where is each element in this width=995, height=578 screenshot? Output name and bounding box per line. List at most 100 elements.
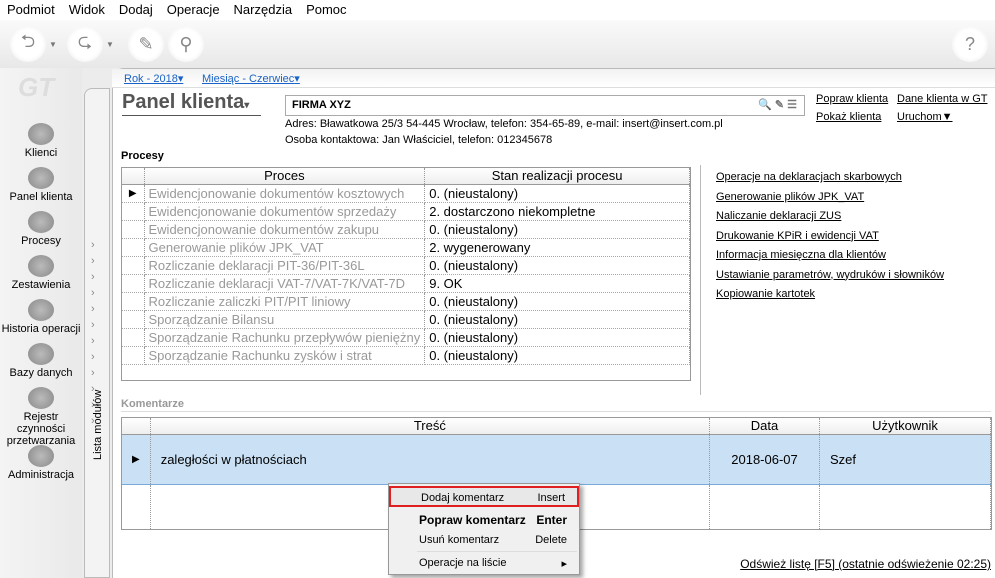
month-selector[interactable]: Miesiąc - Czerwiec▾: [202, 72, 300, 85]
divider: [121, 411, 991, 412]
modules-list-strip[interactable]: › › › › › › › › › › › › Lista modułów: [84, 88, 110, 578]
pencil-icon[interactable]: ✎: [775, 99, 787, 111]
module-zestawienia[interactable]: Zestawienia: [0, 255, 82, 291]
operation-link[interactable]: Informacja miesięczna dla klientów: [716, 249, 886, 261]
process-name: Ewidencjonowanie dokumentów kosztowych: [144, 184, 426, 203]
operation-link[interactable]: Drukowanie KPiR i ewidencji VAT: [716, 230, 879, 242]
process-name: Rozliczanie deklaracji PIT-36/PIT-36L: [144, 256, 426, 275]
table-row[interactable]: Sporządzanie Rachunku przepływów pienięż…: [122, 328, 690, 347]
table-row[interactable]: Rozliczanie deklaracji PIT-36/PIT-36L 0. …: [122, 256, 690, 275]
run-menu[interactable]: Uruchom▼: [897, 111, 953, 123]
chevron-right-icon[interactable]: ›: [91, 335, 95, 347]
operation-link[interactable]: Operacje na deklaracjach skarbowych: [716, 171, 902, 183]
edit-icon[interactable]: ✎: [128, 26, 164, 62]
menu-pomoc[interactable]: Pomoc: [299, 0, 353, 20]
process-name: Sporządzanie Rachunku zysków i strat: [144, 346, 426, 365]
client-gt-data-link[interactable]: Dane klienta w GT: [897, 93, 987, 105]
list-icon[interactable]: ☰: [787, 99, 800, 111]
table-row[interactable]: ▶ zaległości w płatnościach 2018-06-07 Szef: [122, 433, 991, 485]
processes-label: Procesy: [121, 150, 164, 162]
col-uzytkownik[interactable]: Użytkownik: [819, 418, 991, 435]
stamp-icon[interactable]: ⚲: [168, 26, 204, 62]
chevron-right-icon[interactable]: ›: [91, 239, 95, 251]
show-client-link[interactable]: Pokaż klienta: [816, 111, 881, 123]
chevron-right-icon[interactable]: ›: [91, 255, 95, 267]
module-historia-operacji[interactable]: Historia operacji: [0, 299, 82, 335]
process-status: 0. (nieustalony): [424, 310, 690, 329]
row-cell: [122, 202, 145, 221]
menu-item-delete-comment[interactable]: Usuń komentarz Delete: [389, 530, 579, 551]
process-name: Rozliczanie deklaracji VAT-7/VAT-7K/VAT-…: [144, 274, 426, 293]
menu-operacje[interactable]: Operacje: [160, 0, 227, 20]
menu-dodaj[interactable]: Dodaj: [112, 0, 160, 20]
refresh-link[interactable]: Odśwież listę [F5] (ostatnie odświeżenie…: [740, 557, 991, 571]
help-icon[interactable]: ?: [952, 26, 988, 62]
context-menu: Dodaj komentarz Insert Popraw komentarz En…: [388, 483, 580, 575]
year-selector[interactable]: Rok - 2018▾: [124, 72, 183, 85]
menu-item-list-operations[interactable]: Operacje na liście ▸: [389, 553, 579, 574]
menu-widok[interactable]: Widok: [62, 0, 112, 20]
search-icon[interactable]: 🔍: [758, 99, 775, 111]
client-address: Adres: Bławatkowa 25/3 54-445 Wrocław, t…: [285, 118, 723, 130]
table-row[interactable]: Generowanie plików JPK_VAT 2. wygenerowan…: [122, 238, 690, 257]
row-cell: [122, 238, 145, 257]
process-name: Ewidencjonowanie dokumentów sprzedaży: [144, 202, 426, 221]
forward-dropdown-icon[interactable]: ▼: [106, 40, 114, 49]
col-tresc[interactable]: Treść: [150, 418, 711, 435]
menu-separator: [417, 551, 577, 552]
module-procesy[interactable]: Procesy: [0, 211, 82, 247]
process-name: Sporządzanie Bilansu: [144, 310, 426, 329]
operation-link[interactable]: Ustawianie parametrów, wydruków i słowni…: [716, 269, 944, 281]
chevron-right-icon[interactable]: ›: [91, 303, 95, 315]
table-row[interactable]: Rozliczanie zaliczki PIT/PIT liniowy 0. (…: [122, 292, 690, 311]
row-pointer-icon: ▶: [122, 433, 151, 485]
menu-item-add-comment[interactable]: Dodaj komentarz Insert: [389, 486, 579, 507]
process-status: 0. (nieustalony): [424, 346, 690, 365]
edit-client-link[interactable]: Popraw klienta: [816, 93, 888, 105]
chevron-right-icon[interactable]: ›: [91, 351, 95, 363]
processes-table: Proces Stan realizacji procesu ▶ Ewidencjon…: [121, 167, 691, 381]
process-status: 0. (nieustalony): [424, 184, 690, 203]
module-bazy-danych[interactable]: Bazy danych: [0, 343, 82, 379]
client-panel-icon: [28, 167, 54, 189]
admin-icon: [28, 445, 54, 467]
client-contact: Osoba kontaktowa: Jan Właściciel, telefo…: [285, 134, 553, 146]
module-administracja[interactable]: Administracja: [0, 445, 82, 481]
chevron-right-icon[interactable]: ›: [91, 319, 95, 331]
table-row[interactable]: Sporządzanie Rachunku zysków i strat 0. (…: [122, 346, 690, 365]
chevron-right-icon[interactable]: ›: [91, 287, 95, 299]
col-proces[interactable]: Proces: [144, 168, 426, 185]
col-stan[interactable]: Stan realizacji procesu: [424, 168, 690, 185]
module-panel-klienta[interactable]: Panel klienta: [0, 167, 82, 203]
toolbar: ⮌ ▼ ⮎ ▼ ✎ ⚲ ?: [0, 20, 995, 68]
process-status: 0. (nieustalony): [424, 292, 690, 311]
process-status: 9. OK: [424, 274, 690, 293]
row-cell: [122, 346, 145, 365]
module-klienci[interactable]: Klienci: [0, 123, 82, 159]
table-row[interactable]: Ewidencjonowanie dokumentów sprzedaży 2. …: [122, 202, 690, 221]
menu-item-edit-comment[interactable]: Popraw komentarz Enter: [389, 509, 579, 530]
modules-sidebar: GT Klienci Panel klienta Procesy Zestawi…: [0, 68, 82, 578]
col-data[interactable]: Data: [709, 418, 820, 435]
divider: [700, 165, 702, 395]
table-row[interactable]: Sporządzanie Bilansu 0. (nieustalony): [122, 310, 690, 329]
process-status: 0. (nieustalony): [424, 256, 690, 275]
client-field[interactable]: FIRMA XYZ 🔍✎☰: [285, 95, 805, 116]
table-row[interactable]: Rozliczanie deklaracji VAT-7/VAT-7K/VAT-…: [122, 274, 690, 293]
database-icon: [28, 343, 54, 365]
process-status: 2. wygenerowany: [424, 238, 690, 257]
forward-icon[interactable]: ⮎: [67, 26, 103, 62]
module-rejestr[interactable]: Rejestr czynności przetwarzania: [0, 387, 82, 447]
table-row[interactable]: Ewidencjonowanie dokumentów zakupu 0. (ni…: [122, 220, 690, 239]
operation-link[interactable]: Kopiowanie kartotek: [716, 288, 815, 300]
operation-link[interactable]: Generowanie plików JPK_VAT: [716, 191, 864, 203]
back-dropdown-icon[interactable]: ▼: [49, 40, 57, 49]
operation-link[interactable]: Naliczanie deklaracji ZUS: [716, 210, 841, 222]
table-row[interactable]: ▶ Ewidencjonowanie dokumentów kosztowych 0…: [122, 184, 690, 203]
back-icon[interactable]: ⮌: [10, 26, 46, 62]
chevron-right-icon[interactable]: ›: [91, 271, 95, 283]
page-title[interactable]: Panel klienta▾: [122, 91, 261, 116]
menu-narzedzia[interactable]: Narzędzia: [227, 0, 300, 20]
menu-podmiot[interactable]: Podmiot: [0, 0, 62, 20]
process-name: Sporządzanie Rachunku przepływów pienięż…: [144, 328, 426, 347]
